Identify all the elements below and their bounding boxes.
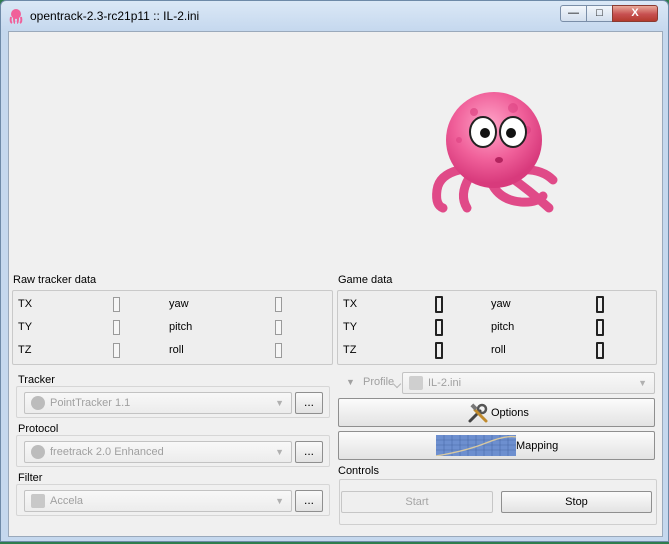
game-tz-value [435,342,443,359]
tracker-label: Tracker [18,374,55,386]
chevron-down-icon: ▼ [275,496,284,506]
protocol-settings-button[interactable]: ... [295,441,323,463]
chevron-down-icon: ▼ [638,378,647,388]
game-roll-value [596,342,604,359]
filter-settings-button[interactable]: ... [295,490,323,512]
tracker-combo-value: PointTracker 1.1 [50,397,131,409]
tracker-plugin-icon [31,396,45,410]
raw-tx-value [113,297,120,312]
protocol-label: Protocol [18,423,59,435]
game-tz-label: TZ [343,344,357,356]
mapping-curve-icon [436,435,516,456]
raw-tz-label: TZ [18,344,32,356]
raw-tracker-data-group: TX yaw TY pitch TZ roll [12,290,333,365]
minimize-button[interactable]: — [560,5,587,22]
raw-ty-value [113,320,120,335]
game-tx-label: TX [343,298,358,310]
octopus-mascot-image [432,92,558,213]
raw-tz-value [113,343,120,358]
raw-pitch-value [275,320,282,335]
profile-combo-value: IL-2.ini [428,377,462,389]
raw-roll-value [275,343,282,358]
raw-ty-label: TY [18,321,33,333]
game-ty-value [435,319,443,336]
game-ty-label: TY [343,321,358,333]
options-button[interactable]: Options [338,398,655,427]
game-tx-value [435,296,443,313]
close-button[interactable]: X [612,5,658,22]
profile-label: Profile [363,376,395,388]
app-window: opentrack-2.3-rc21p11 :: IL-2.ini — □ X [0,0,669,542]
game-pitch-label: pitch [491,321,515,333]
game-yaw-value [596,296,604,313]
chevron-down-icon: ▼ [346,377,355,387]
tracker-combo[interactable]: PointTracker 1.1 ▼ [24,392,292,414]
maximize-button[interactable]: □ [586,5,613,22]
chevron-down-icon: ▼ [275,398,284,408]
octopus-app-icon [9,9,23,24]
tools-icon [468,403,488,423]
mapping-button[interactable]: Mapping [338,431,655,460]
maximize-icon: □ [596,7,603,19]
options-button-label: Options [491,407,529,419]
protocol-combo-value: freetrack 2.0 Enhanced [50,446,164,458]
raw-tx-label: TX [18,298,33,310]
game-data-group: TX yaw TY pitch TZ roll [337,290,657,365]
start-button[interactable]: Start [341,491,493,513]
tracker-settings-button[interactable]: ... [295,392,323,414]
mapping-button-label: Mapping [516,440,559,452]
profile-combo[interactable]: IL-2.ini ▼ [402,372,655,394]
game-roll-label: roll [491,344,506,356]
filter-funnel-icon [31,494,45,508]
filter-label: Filter [18,472,43,484]
game-data-title: Game data [338,274,393,286]
filter-combo[interactable]: Accela ▼ [24,490,292,512]
game-pitch-value [596,319,604,336]
window-title: opentrack-2.3-rc21p11 :: IL-2.ini [30,9,200,23]
raw-roll-label: roll [169,344,184,356]
filter-combo-value: Accela [50,495,84,507]
stop-button[interactable]: Stop [501,491,652,513]
raw-yaw-label: yaw [169,298,189,310]
raw-yaw-value [275,297,282,312]
protocol-plugin-icon [31,445,45,459]
chevron-down-icon: ▼ [275,447,284,457]
game-yaw-label: yaw [491,298,511,310]
raw-pitch-label: pitch [169,321,193,333]
protocol-combo[interactable]: freetrack 2.0 Enhanced ▼ [24,441,292,463]
raw-tracker-data-title: Raw tracker data [13,274,97,286]
close-icon: X [631,7,639,19]
minimize-icon: — [568,7,579,19]
controls-label: Controls [338,465,379,477]
main-panel: Raw tracker data TX yaw TY pitch TZ roll… [8,31,663,537]
title-bar[interactable]: opentrack-2.3-rc21p11 :: IL-2.ini — □ X [1,1,668,31]
document-icon [409,376,423,390]
